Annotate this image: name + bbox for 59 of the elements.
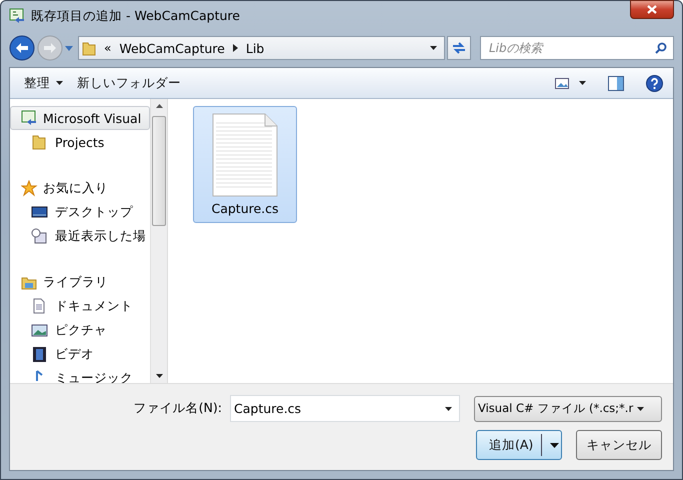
search-field[interactable]: Libの検索: [480, 36, 674, 60]
picture-icon: [555, 78, 569, 88]
navigation-item[interactable]: ドキュメント: [10, 294, 150, 318]
history-dropdown-icon[interactable]: [65, 46, 73, 50]
search-icon: [655, 42, 667, 54]
picture-icon: [31, 322, 48, 338]
scroll-up-icon: [156, 104, 162, 108]
address-dropdown-icon[interactable]: [430, 46, 437, 50]
file-item[interactable]: Capture.cs: [193, 106, 297, 223]
navigation-item[interactable]: ビデオ: [10, 342, 150, 366]
desktop-icon: [31, 204, 48, 220]
navigation-item[interactable]: Microsoft Visual: [10, 106, 150, 130]
address-bar[interactable]: « WebCamCapture Lib: [78, 36, 445, 60]
video-icon: [31, 346, 48, 362]
refresh-button[interactable]: [447, 36, 471, 60]
view-button[interactable]: [555, 78, 586, 88]
recent-icon: [31, 228, 48, 244]
scrollbar[interactable]: [150, 99, 167, 383]
dropdown-icon: [445, 406, 452, 410]
document-icon: [212, 113, 278, 197]
cancel-button[interactable]: キャンセル: [576, 430, 662, 460]
folder-icon: [82, 40, 96, 56]
navigation-item[interactable]: ミュージック: [10, 366, 150, 383]
dropdown-icon: [637, 406, 644, 410]
navigation-item[interactable]: ピクチャ: [10, 318, 150, 342]
pane-icon: [608, 76, 624, 90]
breadcrumb-arrow-icon: [232, 44, 238, 52]
add-button[interactable]: 追加(A): [476, 430, 562, 460]
search-placeholder: Libの検索: [489, 40, 544, 56]
folder-icon: [31, 134, 48, 150]
navigation-item[interactable]: ライブラリ: [10, 270, 150, 294]
star-icon: [21, 180, 38, 196]
close-icon: [647, 5, 657, 14]
navigation-item[interactable]: Projects: [10, 130, 150, 154]
app-icon: [9, 8, 25, 24]
project-icon: [21, 110, 38, 126]
caret-icon: [550, 442, 560, 448]
navigation-item[interactable]: 最近表示した場: [10, 224, 150, 248]
close-button[interactable]: [630, 0, 674, 19]
organize-button[interactable]: 整理: [24, 74, 63, 92]
refresh-icon: [452, 42, 466, 54]
breadcrumb-item[interactable]: Lib: [246, 40, 264, 56]
navigation-item[interactable]: デスクトップ: [10, 200, 150, 224]
file-name-value: Capture.cs: [234, 401, 302, 416]
overflow-chevron[interactable]: «: [104, 41, 112, 55]
file-name-label: ファイル名(N):: [134, 400, 222, 417]
new-folder-button[interactable]: 新しいフォルダー: [77, 74, 181, 92]
preview-pane-button[interactable]: [608, 76, 624, 90]
window-title: 既存項目の追加 - WebCamCapture: [31, 8, 241, 25]
scroll-thumb[interactable]: [152, 116, 166, 226]
help-button[interactable]: [646, 74, 663, 92]
back-button[interactable]: [9, 35, 35, 61]
breadcrumb-item[interactable]: WebCamCapture: [119, 40, 225, 56]
caret-icon: [579, 81, 586, 85]
scroll-down-icon: [156, 374, 162, 378]
caret-icon: [56, 81, 63, 85]
file-type-dropdown[interactable]: Visual C# ファイル (*.cs;*.r: [474, 396, 662, 422]
file-name-field[interactable]: Capture.cs: [230, 395, 460, 422]
navigation-item[interactable]: お気に入り: [10, 176, 150, 200]
